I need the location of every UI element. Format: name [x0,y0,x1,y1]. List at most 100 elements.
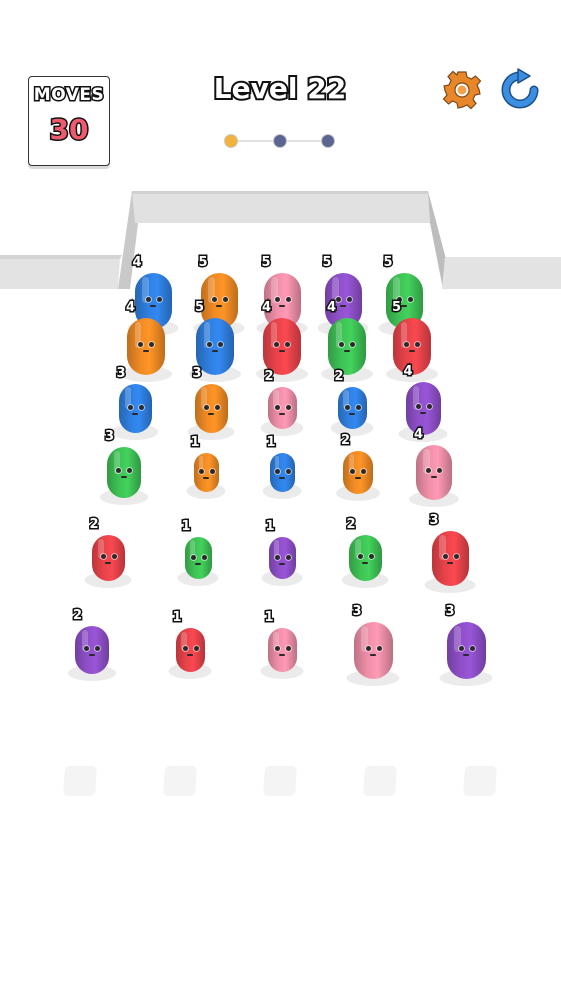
piece-body [127,317,165,375]
eye-icon [209,468,215,474]
blob-piece-purple[interactable]: 1 [261,518,303,586]
piece-face [135,297,172,311]
blob-piece-purple[interactable]: 3 [439,602,493,686]
piece-count-label: 3 [428,511,440,529]
piece-body [193,452,219,492]
blob-piece-green[interactable]: 2 [341,516,389,588]
piece-face [185,555,212,569]
settings-button[interactable] [442,70,482,110]
piece-count-label: 4 [260,298,272,316]
piece-face [194,468,219,483]
piece-count-label: 1 [264,518,276,536]
eye-icon [149,341,154,347]
piece-count-label: 4 [325,298,337,316]
eye-icon [218,341,223,347]
piece-count-label: 5 [197,254,209,272]
blob-piece-green[interactable]: 4 [321,298,373,382]
blob-piece-purple[interactable]: 2 [68,607,116,681]
piece-face [196,341,234,356]
piece-face [393,341,431,356]
blob-piece-pink[interactable]: 3 [346,602,400,686]
eye-icon [357,554,363,559]
empty-slot[interactable] [262,766,298,796]
blob-piece-blue[interactable]: 3 [111,364,159,440]
mouth-icon [362,562,368,564]
piece-body [337,387,367,429]
eye-icon [335,297,341,302]
piece-body [269,452,295,492]
blob-piece-red[interactable]: 1 [168,609,212,679]
eye-icon [365,645,371,651]
piece-face [432,553,469,568]
piece-body [184,537,212,579]
piece-count-label: 1 [189,433,201,451]
piece-face [338,405,367,419]
eye-icon [274,405,280,410]
blob-piece-red[interactable]: 2 [84,516,132,588]
blob-piece-green[interactable]: 3 [100,427,148,505]
piece-count-label: 3 [351,602,363,620]
eye-icon [211,297,217,302]
eye-icon [285,555,291,560]
eye-icon [426,403,432,409]
eye-icon [203,404,209,410]
piece-body [348,535,382,581]
eye-icon [285,297,291,302]
empty-slot[interactable] [62,766,98,796]
blob-piece-orange[interactable]: 4 [120,298,172,382]
mouth-icon [187,654,193,656]
eye-icon [285,405,291,410]
eye-icon [376,645,382,651]
eye-icon [84,646,89,651]
piece-body [353,621,393,679]
eye-icon [182,646,188,651]
eye-icon [127,467,132,473]
piece-count-label: 5 [382,254,394,272]
blob-piece-blue[interactable]: 1 [262,433,302,499]
mouth-icon [355,476,361,479]
mouth-icon [89,654,95,656]
mouth-icon [208,412,214,415]
eye-icon [404,341,409,347]
eye-icon [453,553,459,559]
blob-piece-blue[interactable]: 2 [330,368,374,436]
empty-slot[interactable] [462,766,498,796]
piece-count-label: 2 [339,431,351,449]
mouth-icon [401,305,407,307]
piece-body [107,446,141,498]
mouth-icon [132,412,138,415]
piece-face [127,341,165,356]
eye-icon [361,468,366,474]
eye-icon [458,645,464,651]
mouth-icon [279,654,285,656]
piece-face [92,554,125,568]
blob-piece-pink[interactable]: 2 [260,368,304,436]
blob-piece-orange[interactable]: 1 [186,433,226,499]
eye-icon [111,554,117,559]
mouth-icon [279,413,285,415]
gear-icon [442,70,482,110]
mouth-icon [370,653,376,656]
empty-slot[interactable] [162,766,198,796]
blob-piece-red[interactable]: 4 [256,298,308,382]
piece-face [107,467,141,482]
empty-slot[interactable] [362,766,398,796]
blob-piece-orange[interactable]: 3 [187,364,235,440]
piece-count-label: 4 [131,254,143,272]
restart-button[interactable] [500,68,540,110]
moves-value: 30 [48,112,90,148]
piece-face [176,646,205,660]
blob-piece-pink[interactable]: 4 [409,425,459,507]
moves-counter: MOVES 30 [28,76,110,166]
blob-piece-orange[interactable]: 2 [336,431,380,501]
blob-piece-red[interactable]: 3 [424,511,476,593]
eye-icon [426,467,431,473]
eye-icon [145,297,151,302]
progress-stage-dot [273,134,287,148]
eye-icon [437,467,442,473]
blob-piece-pink[interactable]: 1 [260,609,304,679]
eye-icon [407,297,413,302]
blob-piece-green[interactable]: 1 [177,518,219,586]
eye-icon [274,297,280,302]
piece-body [431,530,469,586]
